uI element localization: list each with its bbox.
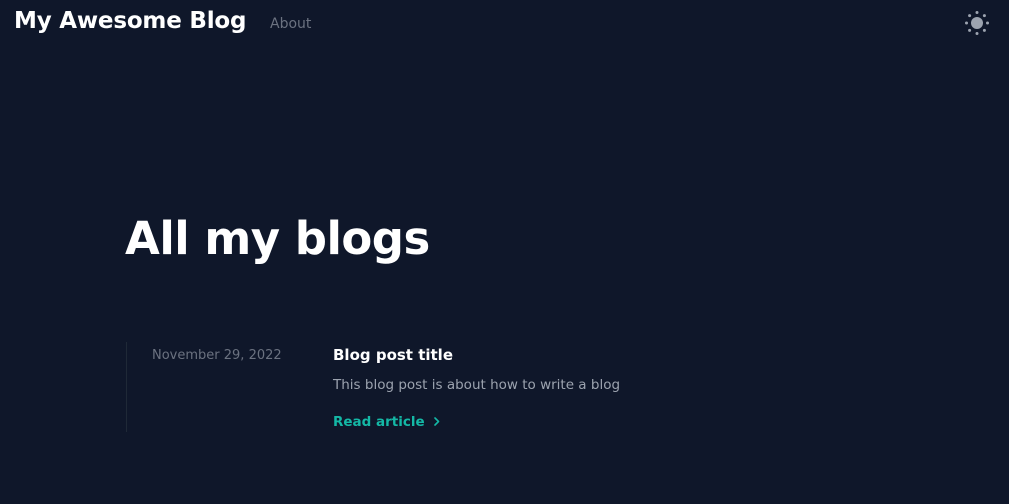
top-navigation: My Awesome Blog About bbox=[0, 0, 1009, 48]
page-title: All my blogs bbox=[125, 212, 430, 265]
site-brand-link[interactable]: My Awesome Blog bbox=[14, 8, 246, 34]
post-date: November 29, 2022 bbox=[152, 348, 282, 363]
post-title-link[interactable]: Blog post title bbox=[333, 346, 453, 364]
post-list-item: November 29, 2022 Blog post title This b… bbox=[126, 342, 727, 432]
sun-icon bbox=[963, 9, 991, 37]
post-summary: This blog post is about how to write a b… bbox=[333, 377, 621, 393]
blog-page: My Awesome Blog About All my blogs Novem… bbox=[0, 0, 1009, 504]
nav-link-about[interactable]: About bbox=[270, 16, 311, 32]
read-article-link[interactable]: Read article bbox=[333, 413, 440, 430]
theme-toggle-button[interactable] bbox=[963, 9, 991, 37]
chevron-right-icon bbox=[433, 414, 440, 430]
read-article-label: Read article bbox=[333, 413, 425, 430]
